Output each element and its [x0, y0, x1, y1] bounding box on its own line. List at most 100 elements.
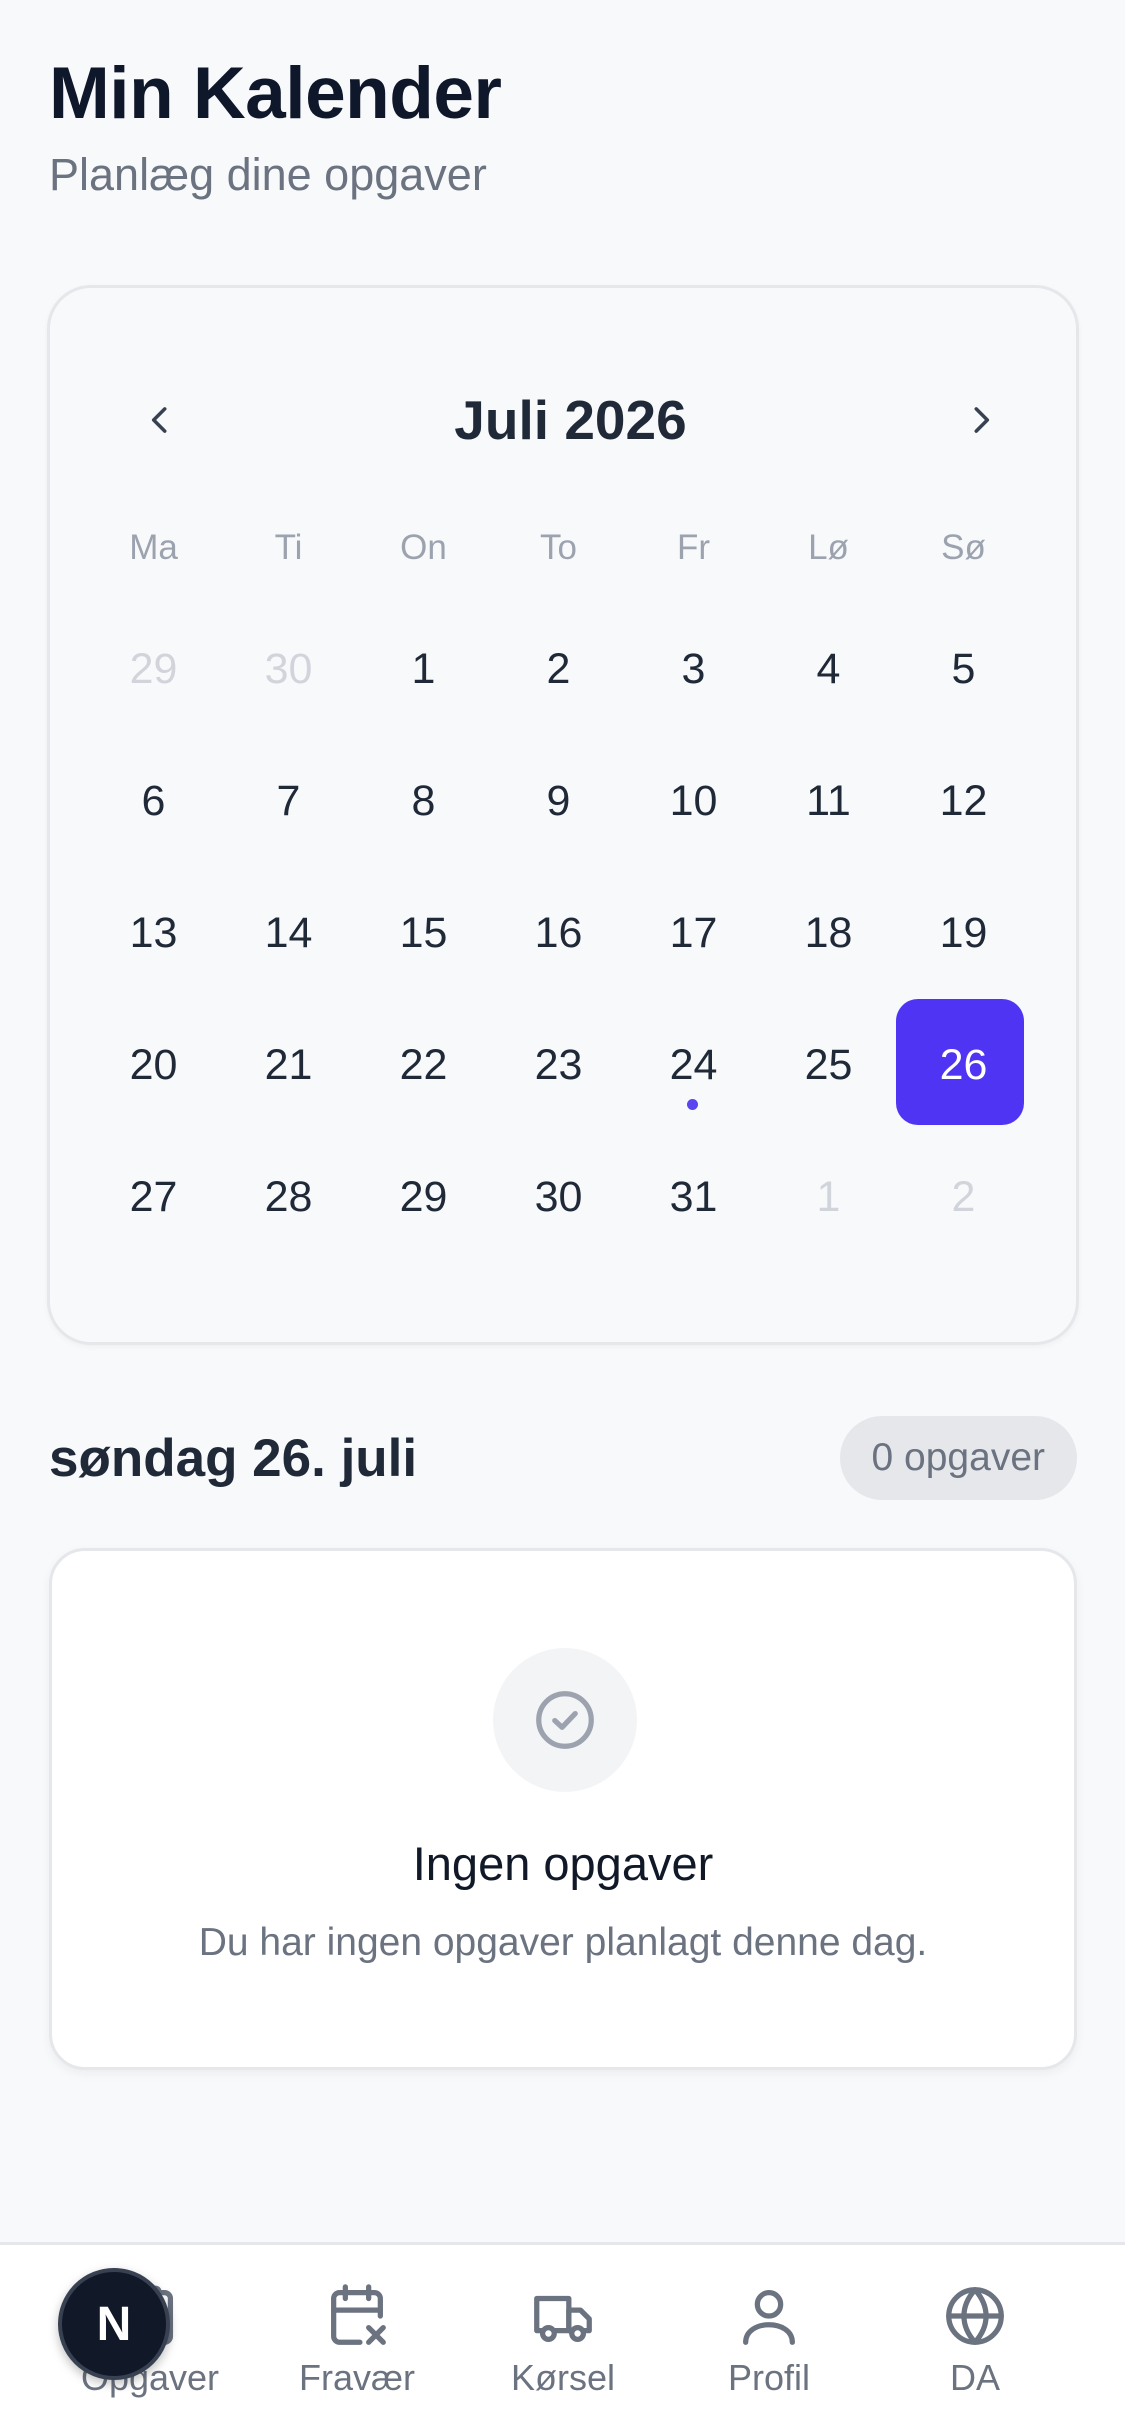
- nav-item-profil[interactable]: Profil: [659, 2245, 879, 2436]
- weekday-label: Ma: [129, 528, 178, 567]
- day-number: 17: [669, 908, 718, 957]
- calendar-day[interactable]: 8: [356, 735, 491, 867]
- weekday-label: Lø: [808, 528, 849, 567]
- nav-label: DA: [949, 2357, 1000, 2398]
- calendar-day[interactable]: 19: [896, 867, 1031, 999]
- calendar-screen: Min Kalender Planlæg dine opgaver Juli 2…: [0, 0, 1125, 2436]
- calendar-day[interactable]: 29: [86, 603, 221, 735]
- calendar-day[interactable]: 27: [86, 1131, 221, 1263]
- day-number: 27: [129, 1172, 178, 1221]
- calendar-day[interactable]: 1: [761, 1131, 896, 1263]
- day-number: 21: [264, 1040, 313, 1089]
- calendar-day[interactable]: 23: [491, 999, 626, 1131]
- calendar-day[interactable]: 22: [356, 999, 491, 1131]
- next-month-button[interactable]: [946, 385, 1016, 455]
- day-number: 6: [141, 776, 166, 825]
- selected-date-title: søndag 26. juli: [49, 1428, 418, 1488]
- header: Min Kalender Planlæg dine opgaver: [49, 52, 502, 201]
- day-number: 31: [669, 1172, 718, 1221]
- day-number: 20: [129, 1040, 178, 1089]
- empty-state-text: Du har ingen opgaver planlagt denne dag.: [198, 1921, 928, 1964]
- calendar-day[interactable]: 28: [221, 1131, 356, 1263]
- month-navigation: Juli 2026: [50, 388, 1076, 452]
- empty-state-icon-wrap: [493, 1648, 637, 1792]
- day-number: 2: [951, 1172, 976, 1221]
- calendar-day[interactable]: 25: [761, 999, 896, 1131]
- empty-state-card: Ingen opgaver Du har ingen opgaver planl…: [49, 1548, 1077, 2070]
- weekday-label: Sø: [941, 528, 986, 567]
- nav-item-korsel[interactable]: Kørsel: [453, 2245, 673, 2436]
- day-number: 28: [264, 1172, 313, 1221]
- calendar-card: Juli 2026 Ma Ti On To Fr Lø Sø 29 30 1 2 3 4 5 6 7 8 9 10…: [47, 285, 1079, 1345]
- month-label: Juli 2026: [454, 389, 687, 451]
- calendar-day[interactable]: 17: [626, 867, 761, 999]
- calendar-day[interactable]: 30: [491, 1131, 626, 1263]
- calendar-day[interactable]: 2: [896, 1131, 1031, 1263]
- calendar-day[interactable]: 11: [761, 735, 896, 867]
- calendar-day[interactable]: 10: [626, 735, 761, 867]
- calendar-day[interactable]: 6: [86, 735, 221, 867]
- day-number: 2: [546, 644, 571, 693]
- fab-label: N: [96, 2297, 132, 2351]
- day-number: 5: [951, 644, 976, 693]
- day-number: 23: [534, 1040, 583, 1089]
- calendar-day[interactable]: 3: [626, 603, 761, 735]
- calendar-day[interactable]: 5: [896, 603, 1031, 735]
- day-number: 1: [411, 644, 436, 693]
- calendar-day[interactable]: 29: [356, 1131, 491, 1263]
- truck-icon: [534, 2295, 592, 2342]
- calendar-day[interactable]: 9: [491, 735, 626, 867]
- day-number: 30: [534, 1172, 583, 1221]
- floating-avatar-button[interactable]: N: [58, 2268, 170, 2380]
- calendar-x-icon: [331, 2284, 386, 2345]
- calendar-day[interactable]: 24: [626, 999, 761, 1131]
- chevron-left-icon: [151, 407, 167, 433]
- calendar-day[interactable]: 7: [221, 735, 356, 867]
- day-number: 26: [939, 1040, 988, 1089]
- day-number: 7: [276, 776, 301, 825]
- day-number: 29: [399, 1172, 448, 1221]
- day-number: 12: [939, 776, 988, 825]
- day-number: 13: [129, 908, 178, 957]
- weekday-label: To: [540, 528, 577, 567]
- day-grid: 29 30 1 2 3 4 5 6 7 8 9 10 11 12 13 14 15 16 17 18 19 20 21 22 2…: [86, 603, 1031, 1263]
- task-count-badge: 0 opgaver: [839, 1416, 1077, 1500]
- weekday-label: Fr: [676, 528, 711, 567]
- calendar-day[interactable]: 30: [221, 603, 356, 735]
- calendar-day[interactable]: 21: [221, 999, 356, 1131]
- calendar-day[interactable]: 1: [356, 603, 491, 735]
- calendar-day[interactable]: 18: [761, 867, 896, 999]
- nav-item-fravaer[interactable]: Fravær: [247, 2245, 467, 2436]
- globe-icon: [946, 2287, 1004, 2345]
- previous-month-button[interactable]: [125, 385, 195, 455]
- calendar-day[interactable]: 12: [896, 735, 1031, 867]
- day-number: 9: [546, 776, 571, 825]
- calendar-day[interactable]: 16: [491, 867, 626, 999]
- weekday-label: Ti: [274, 528, 303, 567]
- nav-label: Profil: [727, 2357, 811, 2398]
- empty-state-title: Ingen opgaver: [412, 1837, 714, 1890]
- day-number: 3: [681, 644, 706, 693]
- task-indicator-dot: [687, 1099, 698, 1110]
- calendar-day[interactable]: 31: [626, 1131, 761, 1263]
- day-number: 22: [399, 1040, 448, 1089]
- calendar-day-selected[interactable]: 26: [896, 999, 1031, 1131]
- day-number: 16: [534, 908, 583, 957]
- calendar-day[interactable]: 4: [761, 603, 896, 735]
- nav-label: Fravær: [299, 2357, 415, 2398]
- calendar-day[interactable]: 20: [86, 999, 221, 1131]
- calendar-day[interactable]: 15: [356, 867, 491, 999]
- day-number: 4: [816, 644, 841, 693]
- nav-label: Kørsel: [510, 2357, 615, 2398]
- day-number: 18: [804, 908, 853, 957]
- calendar-day[interactable]: 13: [86, 867, 221, 999]
- day-number: 29: [129, 644, 178, 693]
- user-icon: [743, 2290, 795, 2345]
- weekday-label: On: [400, 528, 447, 567]
- nav-item-language[interactable]: DA: [865, 2245, 1085, 2436]
- calendar-day[interactable]: 14: [221, 867, 356, 999]
- day-number: 1: [816, 1172, 841, 1221]
- day-number: 8: [411, 776, 436, 825]
- calendar-day[interactable]: 2: [491, 603, 626, 735]
- bottom-navigation: Opgaver Fravær Kørsel Profil DA: [0, 2242, 1125, 2436]
